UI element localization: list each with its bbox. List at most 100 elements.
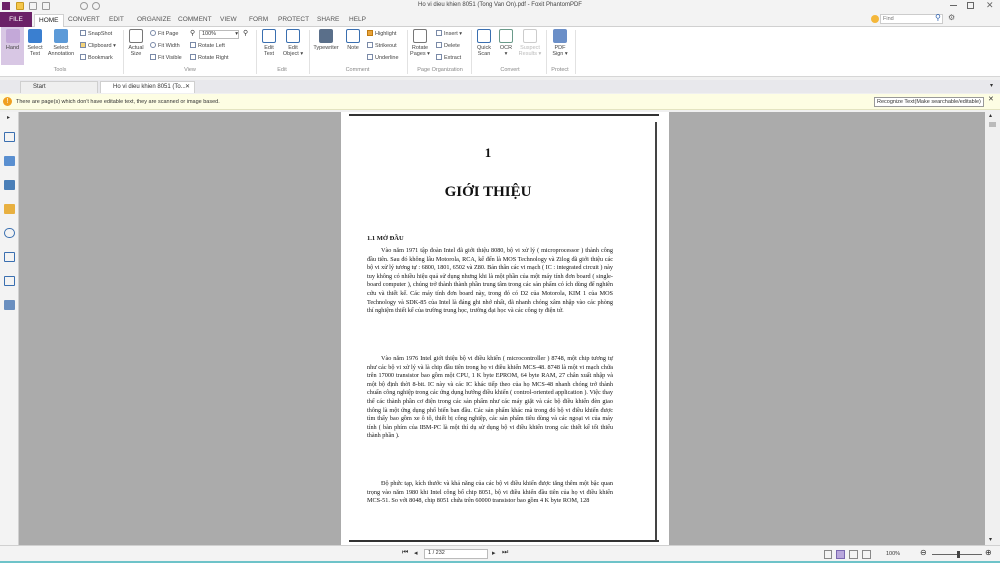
find-input[interactable] <box>880 14 943 24</box>
pdf-sign-button[interactable]: PDF Sign ▾ <box>549 27 571 57</box>
vertical-scrollbar[interactable]: ▴ ▾ <box>985 112 1000 545</box>
close-button[interactable]: ✕ <box>986 0 994 11</box>
ribbon: Hand Select Text Select Annotation SnapS… <box>0 27 1000 77</box>
fit-visible-button[interactable]: Fit Visible <box>150 54 182 61</box>
scroll-thumb[interactable] <box>989 122 996 127</box>
expand-panel-icon[interactable]: ▸ <box>7 114 10 121</box>
title-bar: Ho vi dieu khien 8051 (Tong Van On).pdf … <box>0 0 1000 12</box>
group-tools: Tools <box>53 67 67 73</box>
group-comment: Comment <box>345 67 370 73</box>
actual-size-button[interactable]: Actual Size <box>126 27 146 57</box>
facing-page-icon[interactable] <box>849 550 858 559</box>
tab-file[interactable]: FILE <box>0 12 32 27</box>
pages-icon[interactable] <box>4 132 15 142</box>
restore-button[interactable] <box>967 2 974 9</box>
recognize-text-button[interactable]: Recognize Text(Make searchable/editable) <box>874 97 984 107</box>
group-protect: Protect <box>551 67 569 73</box>
scroll-up-icon[interactable]: ▴ <box>989 112 992 119</box>
fit-width-button[interactable]: Fit Width <box>150 42 180 49</box>
tab-edit[interactable]: EDIT <box>105 14 128 27</box>
delete-button[interactable]: Delete <box>436 42 460 49</box>
next-page-button[interactable]: ▸ <box>492 549 496 557</box>
scan-edge-right <box>655 122 657 542</box>
tab-view[interactable]: VIEW <box>216 14 241 27</box>
clipboard-button[interactable]: Clipboard ▾ <box>80 42 116 49</box>
ocr-icon <box>499 29 513 43</box>
select-annotation-button[interactable]: Select Annotation <box>47 27 75 57</box>
first-page-button[interactable]: ⏮ <box>402 549 408 557</box>
zoom-in-button[interactable]: ⊕ <box>985 548 992 557</box>
rotate-pages-button[interactable]: Rotate Pages ▾ <box>409 27 431 57</box>
fit-page-button[interactable]: Fit Page <box>150 30 178 37</box>
tab-share[interactable]: SHARE <box>313 14 343 27</box>
quick-scan-button[interactable]: Quick Scan <box>473 27 495 57</box>
menu-tabs: FILE HOME CONVERT EDIT ORGANIZE COMMENT … <box>0 12 1000 27</box>
bookmark-button[interactable]: Bookmark <box>80 54 113 61</box>
note-button[interactable]: Note <box>343 27 363 51</box>
previous-page-button[interactable]: ◂ <box>414 549 418 557</box>
signature-icon[interactable] <box>4 300 15 310</box>
edit-text-button[interactable]: Edit Text <box>259 27 279 57</box>
zoom-out-button[interactable]: ⊖ <box>920 548 927 557</box>
layers-icon[interactable] <box>4 180 15 190</box>
continuous-page-icon[interactable] <box>836 550 845 559</box>
zoom-out-icon[interactable]: ⚲ <box>190 29 195 37</box>
tab-home[interactable]: HOME <box>34 14 64 27</box>
suspect-results-icon <box>523 29 537 43</box>
tab-comment[interactable]: COMMENT <box>174 14 216 27</box>
tab-help[interactable]: HELP <box>345 14 370 27</box>
scan-edge-top <box>349 114 659 116</box>
tab-form[interactable]: FORM <box>245 14 272 27</box>
single-page-icon[interactable] <box>824 550 832 559</box>
actual-size-icon <box>129 29 143 43</box>
zoom-select[interactable]: 100% ▾ <box>199 30 239 39</box>
settings-icon[interactable]: ⚙ <box>948 13 955 22</box>
zoom-slider-handle[interactable] <box>957 551 960 558</box>
extract-button[interactable]: Extract <box>436 54 461 61</box>
comments-icon[interactable] <box>4 204 15 214</box>
rotate-pages-icon <box>413 29 427 43</box>
tab-convert[interactable]: CONVERT <box>64 14 104 27</box>
typewriter-icon <box>319 29 333 43</box>
snapshot-button[interactable]: SnapShot <box>80 30 112 37</box>
attachments-icon[interactable] <box>4 228 15 238</box>
suspect-results-button[interactable]: Suspect Results ▾ <box>517 27 543 57</box>
tabs-dropdown-icon[interactable]: ▾ <box>990 82 993 89</box>
zoom-in-icon[interactable]: ⚲ <box>243 29 248 37</box>
chapter-number: 1 <box>484 145 492 160</box>
edit-object-button[interactable]: Edit Object ▾ <box>281 27 305 57</box>
insert-button[interactable]: Insert ▾ <box>436 30 462 37</box>
note-icon <box>346 29 360 43</box>
warning-text: There are page(s) which don't have edita… <box>16 99 220 105</box>
paragraph: Vào năm 1971 tập đoàn Intel đã giới thiệ… <box>367 247 613 315</box>
scroll-down-icon[interactable]: ▾ <box>989 536 992 543</box>
tab-start[interactable]: Start <box>20 81 98 93</box>
rotate-left-button[interactable]: Rotate Left <box>190 42 225 49</box>
tab-document[interactable]: Ho vi dieu khien 8051 (To... ✕ <box>100 81 195 93</box>
tab-protect[interactable]: PROTECT <box>274 14 313 27</box>
close-tab-icon[interactable]: ✕ <box>185 82 190 93</box>
rotate-right-button[interactable]: Rotate Right <box>190 54 229 61</box>
typewriter-button[interactable]: Typewriter <box>311 27 341 51</box>
page-number-input[interactable]: 1 / 232 <box>424 549 488 559</box>
strikeout-button[interactable]: Strikeout <box>367 42 397 49</box>
group-view: View <box>184 67 196 73</box>
paragraph: Độ phức tạp, kích thước và khả năng của … <box>367 480 613 505</box>
select-text-button[interactable]: Select Text <box>25 27 45 57</box>
edit-text-icon <box>262 29 276 43</box>
underline-button[interactable]: Underline <box>367 54 399 61</box>
group-convert: Convert <box>500 67 520 73</box>
search-icon[interactable]: ⚲ <box>935 13 941 22</box>
hand-button[interactable]: Hand <box>1 27 24 65</box>
continuous-facing-icon[interactable] <box>862 550 871 559</box>
security-icon[interactable] <box>4 252 15 262</box>
content-icon[interactable] <box>4 276 15 286</box>
edit-object-icon <box>286 29 300 43</box>
tab-organize[interactable]: ORGANIZE <box>133 14 175 27</box>
minimize-button[interactable] <box>950 5 957 6</box>
highlight-button[interactable]: Highlight <box>367 30 396 37</box>
close-warning-icon[interactable]: ✕ <box>988 95 994 103</box>
bookmarks-icon[interactable] <box>4 156 15 166</box>
last-page-button[interactable]: ⏭ <box>502 549 508 557</box>
ocr-button[interactable]: OCR ▾ <box>497 27 515 57</box>
